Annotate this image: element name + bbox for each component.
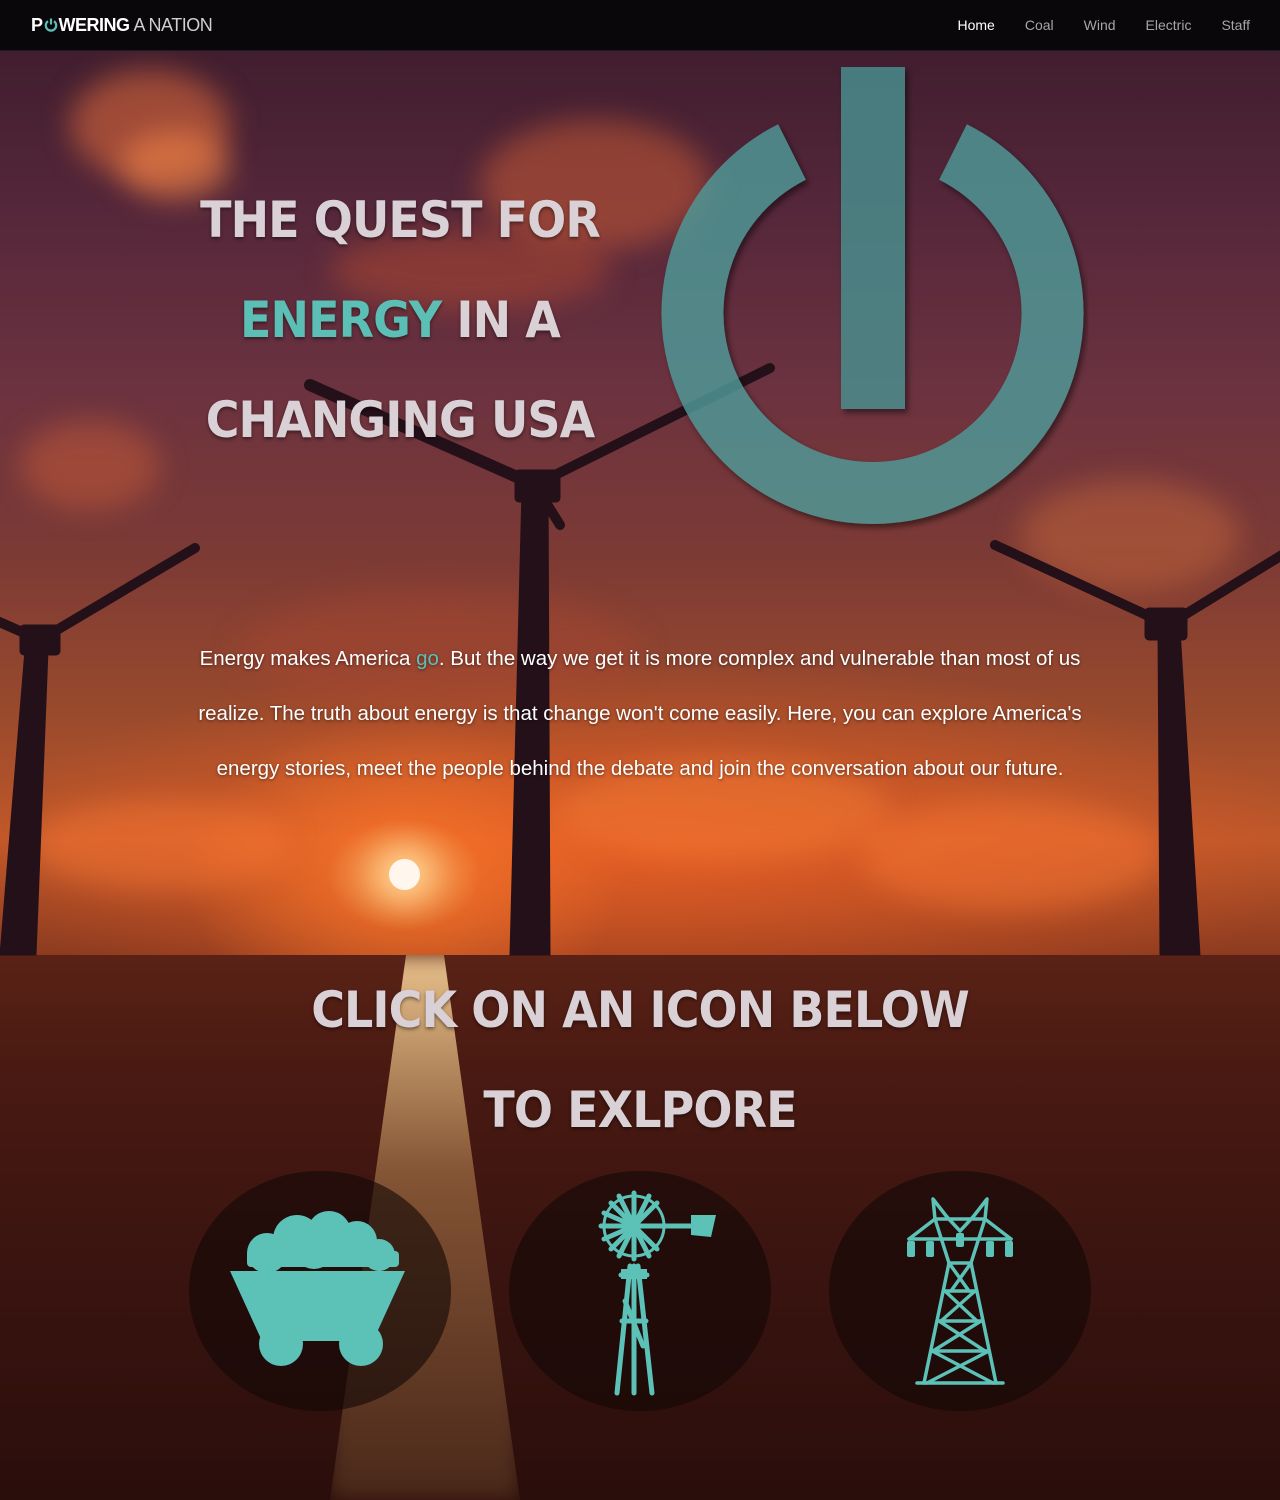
nav-links: Home Coal Wind Electric Staff (942, 0, 1265, 51)
hero-title: THE QUEST FOR ENERGY IN A CHANGING USA (170, 170, 630, 470)
hero-title-line2: IN A (441, 291, 560, 349)
nav-link-electric[interactable]: Electric (1131, 0, 1207, 51)
brand-bold-text: P WERING (31, 15, 130, 36)
brand-power-icon (44, 18, 57, 32)
hero-title-line3: CHANGING USA (205, 391, 595, 449)
intro-paragraph: Energy makes America go. But the way we … (198, 647, 1082, 780)
brand-light-text: A NATION (133, 14, 213, 35)
nav-link-wind[interactable]: Wind (1069, 0, 1131, 51)
cta-heading: CLICK ON AN ICON BELOW TO EXLPORE (311, 981, 970, 1139)
power-pylon-icon (907, 1197, 1013, 1385)
nav-link-home[interactable]: Home (942, 0, 1009, 51)
brand-bold-text-end: WERING (58, 14, 131, 35)
windmill-icon (598, 1190, 716, 1396)
brand-bold-text-start: P (31, 14, 43, 35)
hero-title-line1: THE QUEST FOR (200, 191, 601, 249)
top-navbar: P WERING A NATION Home Coal Wind Electric… (0, 0, 1280, 51)
intro-accent-word: go (416, 647, 439, 670)
nav-link-staff[interactable]: Staff (1206, 0, 1265, 51)
power-icon (661, 67, 1084, 524)
nav-link-coal[interactable]: Coal (1010, 0, 1069, 51)
coal-cart-icon (230, 1211, 405, 1366)
wind-button[interactable] (509, 1171, 771, 1411)
coal-button[interactable] (189, 1171, 451, 1411)
brand-logo[interactable]: P WERING A NATION (31, 13, 213, 37)
electric-button[interactable] (829, 1171, 1091, 1411)
hero-title-accent: ENERGY (240, 291, 442, 349)
